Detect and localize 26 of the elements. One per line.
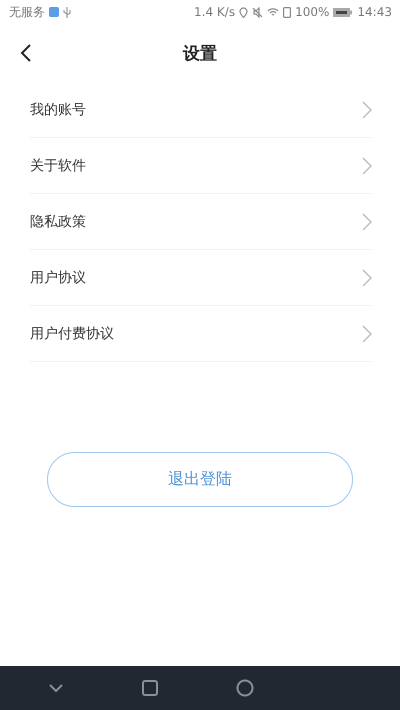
usb-icon <box>63 6 71 18</box>
page-title: 设置 <box>183 42 217 64</box>
square-icon[interactable] <box>142 680 158 696</box>
wifi-icon <box>267 7 280 17</box>
chevron-right-icon <box>362 268 372 286</box>
chevron-right-icon <box>362 324 372 342</box>
menu-item[interactable]: 用户协议 <box>30 250 372 306</box>
circle-icon[interactable] <box>236 679 254 697</box>
menu-item[interactable]: 我的账号 <box>30 82 372 138</box>
back-icon[interactable] <box>20 43 32 63</box>
clock: 14:43 <box>357 5 392 19</box>
chevron-right-icon <box>362 212 372 230</box>
chevron-right-icon <box>362 100 372 118</box>
network-speed: 1.4 K/s <box>194 5 236 19</box>
app-icon <box>49 7 59 17</box>
menu-item[interactable]: 隐私政策 <box>30 194 372 250</box>
carrier-text: 无服务 <box>9 4 45 20</box>
menu-item[interactable]: 用户付费协议 <box>30 306 372 362</box>
mute-icon <box>252 6 264 18</box>
sim-icon <box>283 6 292 18</box>
chevron-right-icon <box>362 156 372 174</box>
battery-percent: 100% <box>295 5 330 19</box>
menu-item[interactable]: 关于软件 <box>30 138 372 194</box>
battery-icon <box>333 8 354 16</box>
location-icon <box>239 6 248 18</box>
chevron-down-icon[interactable] <box>49 684 64 692</box>
